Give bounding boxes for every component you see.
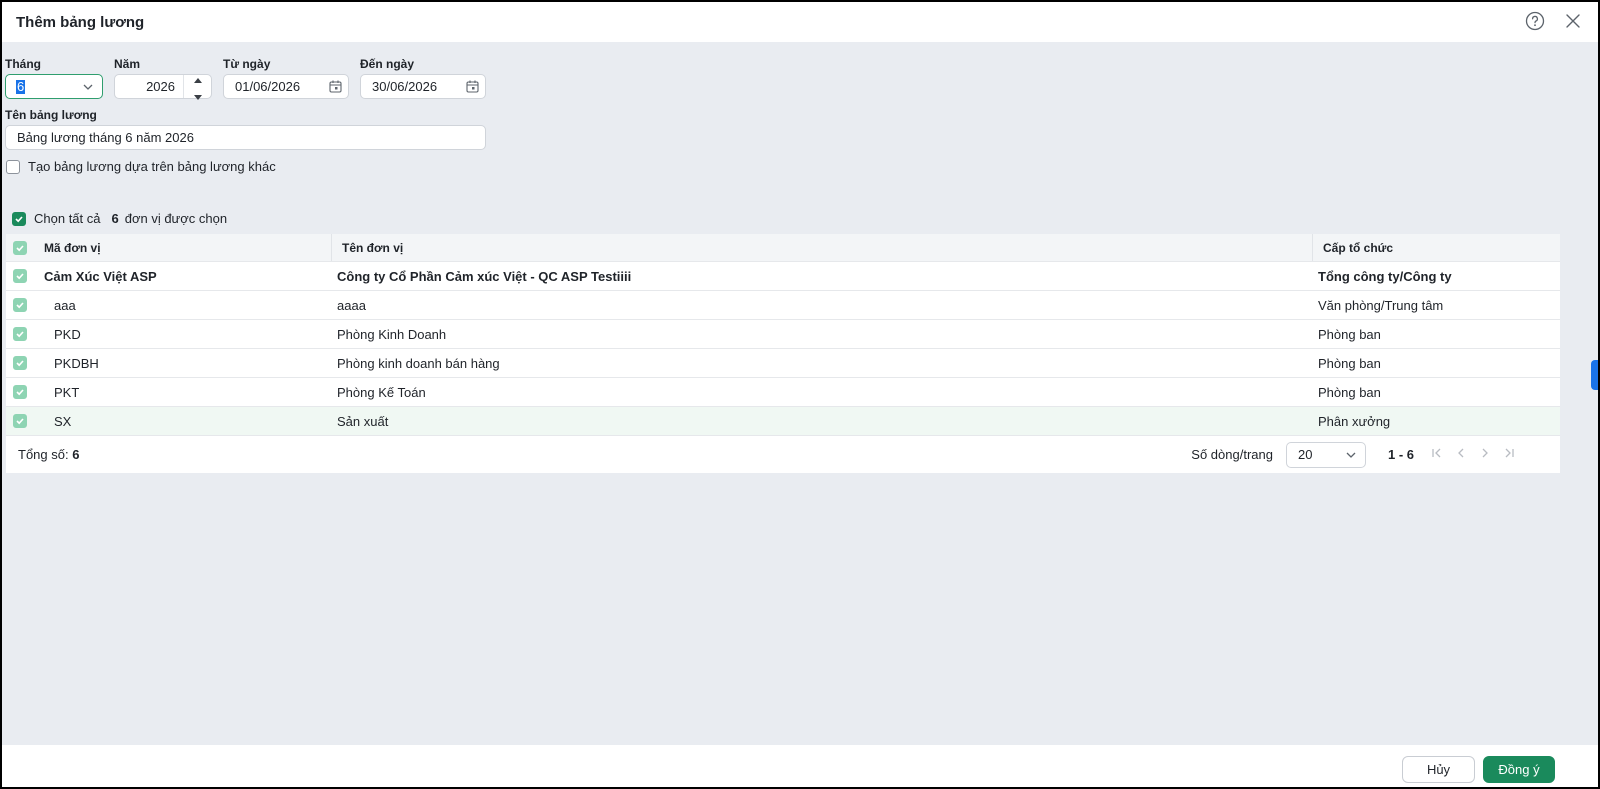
cell-level: Văn phòng/Trung tâm bbox=[1318, 297, 1444, 313]
calendar-icon[interactable] bbox=[466, 80, 479, 96]
row-checkbox[interactable] bbox=[13, 327, 27, 341]
side-panel-toggle[interactable] bbox=[1591, 360, 1598, 390]
year-value: 2026 bbox=[146, 79, 175, 94]
year-stepper[interactable]: 2026 bbox=[114, 74, 212, 100]
from-date-label: Từ ngày bbox=[223, 57, 271, 71]
month-label: Tháng bbox=[5, 57, 41, 71]
page-size-label: Số dòng/trang bbox=[1191, 447, 1273, 462]
caret-down-icon[interactable] bbox=[193, 88, 202, 103]
chevron-down-icon bbox=[82, 81, 94, 96]
page-range: 1 - 6 bbox=[1387, 447, 1414, 462]
cell-code: PKT bbox=[54, 384, 80, 400]
month-select[interactable]: 6 bbox=[5, 74, 103, 99]
next-page-icon[interactable] bbox=[1478, 446, 1492, 463]
page-size-value: 20 bbox=[1297, 447, 1313, 462]
first-page-icon[interactable] bbox=[1430, 446, 1444, 463]
column-header-code[interactable]: Mã đơn vị bbox=[34, 234, 332, 261]
cell-code: SX bbox=[54, 413, 72, 429]
prev-page-icon[interactable] bbox=[1454, 446, 1468, 463]
row-checkbox[interactable] bbox=[13, 385, 27, 399]
table-header: Mã đơn vị Tên đơn vị Cấp tổ chức bbox=[6, 234, 1560, 262]
pagination: Số dòng/trang 20 1 - 6 bbox=[1191, 441, 1516, 468]
cell-level: Phòng ban bbox=[1318, 384, 1381, 400]
caret-up-icon[interactable] bbox=[193, 71, 202, 86]
help-icon[interactable] bbox=[1524, 10, 1546, 32]
to-date-value: 30/06/2026 bbox=[372, 79, 438, 94]
copy-from-payroll-label: Tạo bảng lương dựa trên bảng lương khác bbox=[28, 159, 276, 174]
unit-table: Mã đơn vị Tên đơn vị Cấp tổ chức Cảm Xúc… bbox=[6, 234, 1560, 473]
total-value: 6 bbox=[72, 447, 80, 462]
payroll-name-input[interactable]: Bảng lương tháng 6 năm 2026 bbox=[5, 125, 486, 150]
cell-name: Công ty Cổ Phần Cảm xúc Việt - QC ASP Te… bbox=[337, 268, 632, 284]
month-value: 6 bbox=[16, 78, 26, 94]
cell-code: PKD bbox=[54, 326, 81, 342]
table-row[interactable]: aaa aaaa Văn phòng/Trung tâm bbox=[6, 291, 1560, 320]
cell-level: Tổng công ty/Công ty bbox=[1318, 268, 1452, 284]
dialog-footer: Hủy Đồng ý bbox=[2, 745, 1598, 787]
cell-level: Phòng ban bbox=[1318, 326, 1381, 342]
from-date-value: 01/06/2026 bbox=[235, 79, 301, 94]
row-checkbox[interactable] bbox=[13, 356, 27, 370]
column-header-level[interactable]: Cấp tổ chức bbox=[1313, 241, 1560, 255]
table-row[interactable]: PKD Phòng Kinh Doanh Phòng ban bbox=[6, 320, 1560, 349]
table-row[interactable]: Cảm Xúc Việt ASP Công ty Cổ Phần Cảm xúc… bbox=[6, 262, 1560, 291]
chevron-down-icon bbox=[1345, 449, 1357, 464]
select-all-bar: Chọn tất cả 6 đơn vị được chọn bbox=[12, 211, 227, 226]
copy-from-payroll-checkbox[interactable] bbox=[6, 159, 20, 174]
cell-name: Phòng Kế Toán bbox=[337, 384, 426, 400]
total-count: Tổng số: 6 bbox=[18, 447, 79, 462]
selected-count: 6 bbox=[111, 211, 119, 226]
cell-name: Phòng kinh doanh bán hàng bbox=[337, 355, 500, 371]
cell-level: Phòng ban bbox=[1318, 355, 1381, 371]
last-page-icon[interactable] bbox=[1502, 446, 1516, 463]
cell-name: aaaa bbox=[337, 297, 366, 313]
cell-code: PKDBH bbox=[54, 355, 99, 371]
header-checkbox[interactable] bbox=[13, 240, 27, 255]
total-label: Tổng số: bbox=[18, 447, 69, 462]
select-all-checkbox[interactable] bbox=[12, 211, 26, 226]
calendar-icon[interactable] bbox=[329, 80, 342, 96]
dialog-title: Thêm bảng lương bbox=[16, 13, 145, 31]
from-date-input[interactable]: 01/06/2026 bbox=[223, 74, 349, 99]
cancel-button[interactable]: Hủy bbox=[1402, 756, 1475, 783]
year-spin-buttons[interactable] bbox=[183, 75, 211, 100]
dialog-header: Thêm bảng lương bbox=[2, 2, 1598, 42]
payroll-name-label: Tên bảng lương bbox=[5, 108, 97, 122]
selected-count-suffix: đơn vị được chọn bbox=[124, 211, 228, 226]
to-date-label: Đến ngày bbox=[360, 57, 415, 71]
table-footer: Tổng số: 6 Số dòng/trang 20 1 - 6 bbox=[6, 436, 1560, 473]
year-label: Năm bbox=[114, 57, 141, 71]
close-icon[interactable] bbox=[1562, 10, 1584, 32]
table-row[interactable]: PKDBH Phòng kinh doanh bán hàng Phòng ba… bbox=[6, 349, 1560, 378]
cell-name: Phòng Kinh Doanh bbox=[337, 326, 447, 342]
to-date-input[interactable]: 30/06/2026 bbox=[360, 74, 486, 99]
cell-code: Cảm Xúc Việt ASP bbox=[44, 268, 157, 284]
table-row[interactable]: SX Sản xuất Phân xưởng bbox=[6, 407, 1560, 436]
confirm-button[interactable]: Đồng ý bbox=[1483, 756, 1555, 783]
page-size-select[interactable]: 20 bbox=[1285, 441, 1366, 468]
cell-name: Sản xuất bbox=[337, 413, 389, 429]
row-checkbox[interactable] bbox=[13, 298, 27, 312]
select-all-label: Chọn tất cả bbox=[34, 211, 101, 226]
column-header-name[interactable]: Tên đơn vị bbox=[332, 234, 1313, 261]
add-payroll-dialog: Thêm bảng lương Tháng 6 Năm 2026 Từ ngày… bbox=[2, 2, 1598, 787]
row-checkbox[interactable] bbox=[13, 269, 27, 283]
payroll-name-value: Bảng lương tháng 6 năm 2026 bbox=[17, 130, 194, 145]
cell-level: Phân xưởng bbox=[1318, 413, 1391, 429]
table-row[interactable]: PKT Phòng Kế Toán Phòng ban bbox=[6, 378, 1560, 407]
cell-code: aaa bbox=[54, 297, 76, 313]
row-checkbox[interactable] bbox=[13, 414, 27, 428]
copy-from-payroll-option[interactable]: Tạo bảng lương dựa trên bảng lương khác bbox=[6, 159, 276, 174]
